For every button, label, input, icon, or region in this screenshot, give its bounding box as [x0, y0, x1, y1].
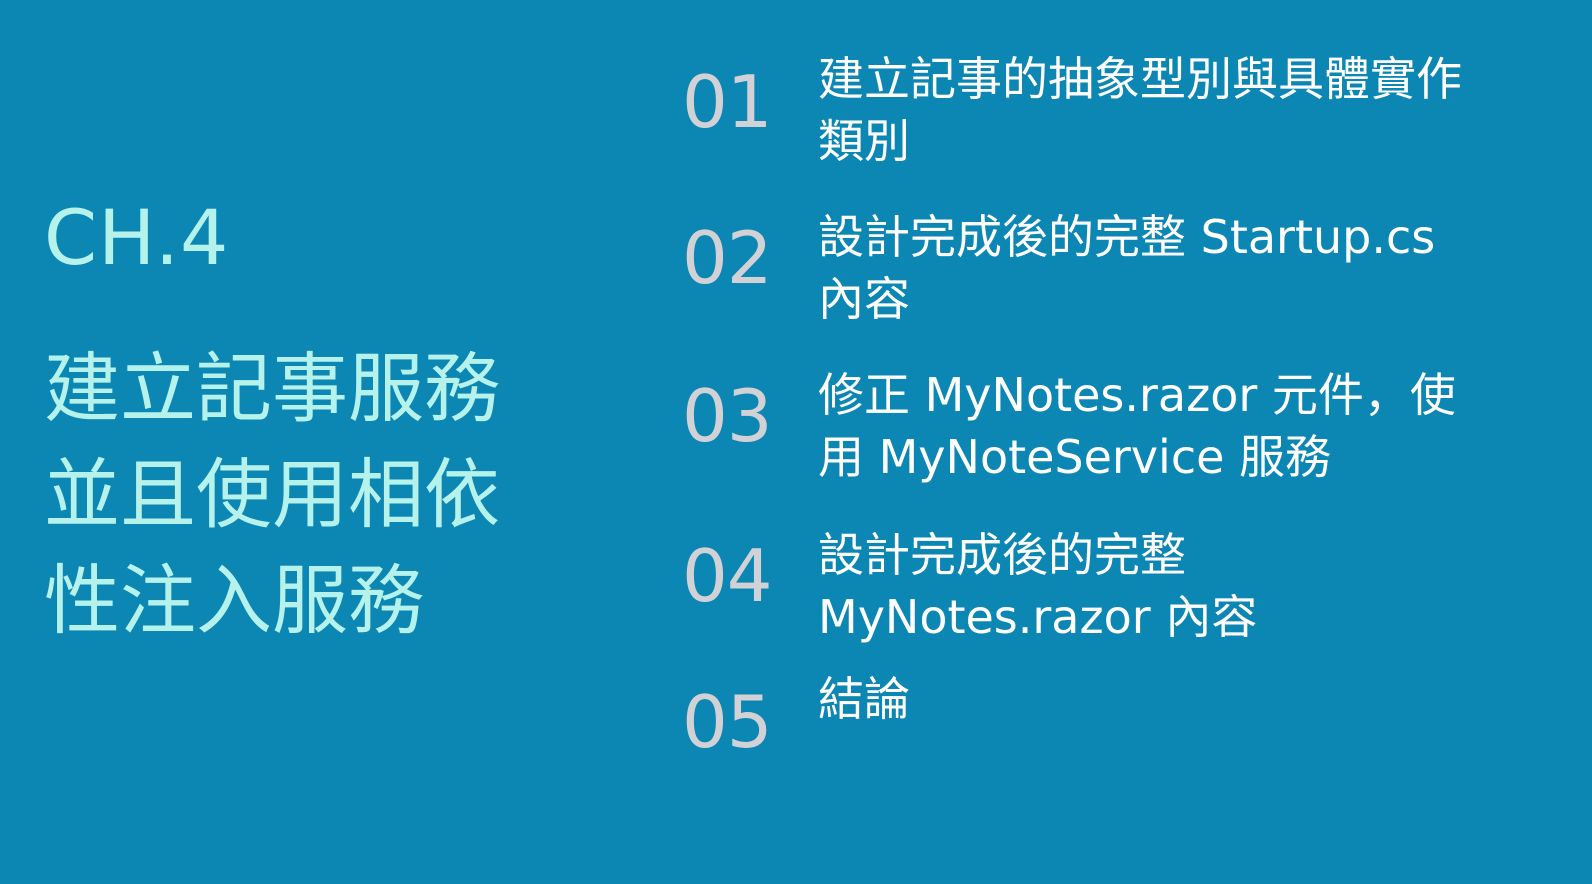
toc-item-text-line: 建立記事的抽象型別與具體實作	[818, 52, 1462, 106]
toc-item-number: 03	[682, 374, 773, 458]
toc-item-text-line: 結論	[818, 672, 910, 726]
slide: CH.4 建立記事服務 並且使用相依 性注入服務 01 建立記事的抽象型別與具體…	[0, 0, 1592, 884]
toc-item-text: 建立記事的抽象型別與具體實作 類別	[818, 48, 1518, 172]
chapter-label: CH.4	[44, 193, 230, 282]
chapter-title-line: 建立記事服務	[44, 344, 500, 433]
chapter-title-line: 並且使用相依	[44, 450, 500, 539]
toc-item-text-line: 設計完成後的完整 Startup.cs	[818, 210, 1436, 264]
toc-item-text-line: 設計完成後的完整	[818, 528, 1186, 582]
toc-item-number: 04	[682, 534, 773, 618]
toc-item-number: 05	[682, 680, 773, 764]
toc-item-text-line: 內容	[818, 272, 910, 326]
toc-item-number: 02	[682, 216, 773, 300]
chapter-title: 建立記事服務 並且使用相依 性注入服務	[44, 336, 564, 654]
chapter-title-line: 性注入服務	[44, 556, 424, 645]
toc-item-number: 01	[682, 60, 773, 144]
toc-item-text: 修正 MyNotes.razor 元件，使 用 MyNoteService 服務	[818, 364, 1518, 488]
toc-item-text: 設計完成後的完整 Startup.cs 內容	[818, 206, 1518, 330]
toc-item-text: 設計完成後的完整 MyNotes.razor 內容	[818, 524, 1518, 648]
toc-item-text-line: 用 MyNoteService 服務	[818, 430, 1332, 484]
toc-item-text-line: MyNotes.razor 內容	[818, 590, 1258, 644]
toc-item-text-line: 類別	[818, 114, 910, 168]
toc-item-text: 結論	[818, 668, 1518, 730]
toc-item-text-line: 修正 MyNotes.razor 元件，使	[818, 368, 1456, 422]
